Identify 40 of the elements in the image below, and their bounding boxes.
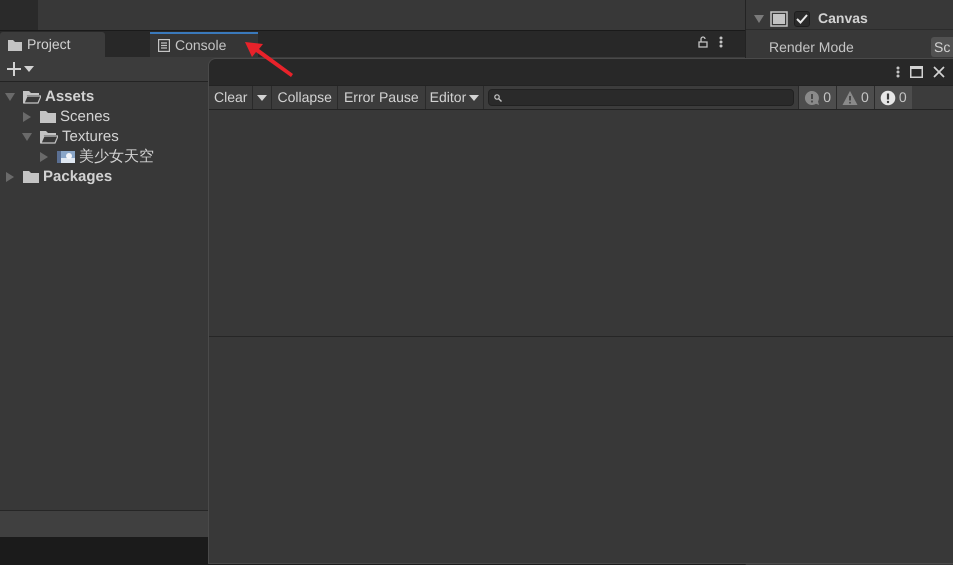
- open-folder-icon: [23, 90, 41, 104]
- field-label: Render Mode: [769, 38, 854, 56]
- arrow-annotation: [243, 40, 295, 78]
- folder-icon: [8, 38, 22, 50]
- tab[interactable]: Project: [0, 32, 105, 57]
- caret-icon: [469, 94, 480, 100]
- more-icon[interactable]: [719, 36, 723, 48]
- component-title: Canvas: [818, 9, 868, 28]
- clear-button[interactable]: Clear: [209, 86, 254, 109]
- message-count-toggle[interactable]: 0: [798, 86, 836, 109]
- tree-item[interactable]: Textures: [62, 126, 119, 148]
- console-icon: [158, 39, 170, 52]
- enable-checkbox[interactable]: [794, 10, 810, 26]
- maximize-icon[interactable]: [910, 66, 923, 78]
- tab[interactable]: Console: [150, 32, 258, 57]
- collapse-button[interactable]: Collapse: [272, 86, 338, 109]
- caret-icon: [257, 94, 268, 100]
- tree-item[interactable]: 美少女天空: [79, 146, 154, 168]
- error-pause-button[interactable]: Error Pause: [338, 86, 426, 109]
- folder-icon: [40, 110, 56, 124]
- tree-item[interactable]: Assets: [45, 86, 94, 108]
- folder-icon: [23, 170, 39, 184]
- lock-icon[interactable]: [697, 36, 709, 48]
- canvas-icon: [770, 10, 788, 26]
- editor-dropdown[interactable]: Editor: [426, 86, 484, 109]
- search-field[interactable]: [488, 89, 794, 106]
- render-mode-dropdown[interactable]: Sc: [931, 37, 953, 57]
- tree-item[interactable]: Packages: [43, 166, 112, 188]
- error-count-toggle[interactable]: 0: [874, 86, 912, 109]
- search-icon: [494, 94, 502, 102]
- more-icon[interactable]: [896, 66, 900, 78]
- warning-count-toggle[interactable]: 0: [836, 86, 874, 109]
- close-icon[interactable]: [933, 66, 945, 78]
- warning-icon: [842, 90, 858, 106]
- add-icon[interactable]: [6, 61, 22, 77]
- caret-icon[interactable]: [24, 66, 34, 72]
- error-icon: [880, 90, 896, 106]
- open-folder-icon: [40, 130, 58, 144]
- tree-item[interactable]: Scenes: [60, 106, 110, 128]
- message-icon: [804, 90, 820, 106]
